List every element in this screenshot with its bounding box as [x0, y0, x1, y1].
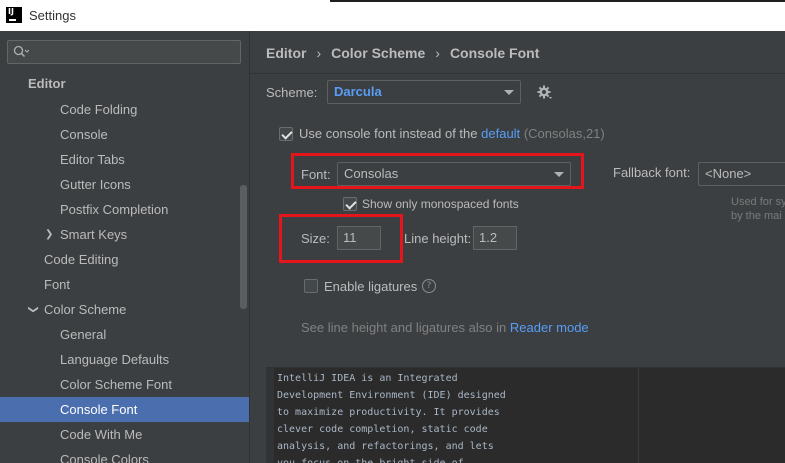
breadcrumb: Editor › Color Scheme › Console Font	[266, 45, 539, 61]
breadcrumb-color-scheme[interactable]: Color Scheme	[331, 45, 425, 61]
preview-line: clever code completion, static code	[277, 424, 488, 435]
preview-line: Development Environment (IDE) designed	[277, 390, 506, 401]
font-dropdown[interactable]: Consolas	[337, 162, 571, 186]
preview-line: to maximize productivity. It provides	[277, 407, 500, 418]
reader-mode-note-text: See line height and ligatures also in	[301, 320, 507, 335]
search-input[interactable]	[7, 40, 241, 64]
use-console-font-label: Use console font instead of the	[299, 126, 478, 141]
sidebar-item-label: Color Scheme	[44, 302, 127, 317]
breadcrumb-separator: ›	[435, 45, 440, 61]
window-title: Settings	[29, 8, 76, 23]
sidebar-item-label: Font	[44, 277, 71, 292]
sidebar-item-label: Console Colors	[60, 452, 149, 463]
monospaced-only-checkbox[interactable]	[343, 197, 357, 211]
sidebar-item-general[interactable]: General	[0, 322, 240, 347]
sidebar-item-label: Language Defaults	[60, 352, 170, 367]
line-height-label: Line height:	[404, 231, 472, 246]
settings-content: Editor › Color Scheme › Console Font Scheme:…	[250, 31, 785, 463]
fallback-font-value: <None>	[705, 166, 752, 181]
sidebar-item-postfix-completion[interactable]: Postfix Completion	[0, 197, 240, 222]
sidebar-item-language-defaults[interactable]: Language Defaults	[0, 347, 240, 372]
sidebar-item-font[interactable]: Font	[0, 272, 240, 297]
use-console-font-row: Use console font instead of the default …	[299, 126, 605, 141]
scheme-value: Darcula	[334, 84, 382, 99]
sidebar-item-label: Code Folding	[60, 102, 138, 117]
sidebar-item-label: Editor	[28, 76, 66, 91]
fallback-hint-line2: by the mai	[731, 210, 782, 222]
reader-mode-link[interactable]: Reader mode	[510, 320, 589, 335]
preview-line: IntelliJ IDEA is an Integrated	[277, 373, 458, 384]
sidebar-item-code-with-me[interactable]: Code With Me	[0, 422, 240, 447]
intellij-app-icon: IJ	[6, 7, 22, 23]
sidebar-item-console[interactable]: Console	[0, 122, 240, 147]
monospaced-only-label: Show only monospaced fonts	[362, 197, 519, 211]
sidebar-item-label: Console	[60, 127, 108, 142]
header-divider	[250, 73, 785, 74]
sidebar-item-label: Postfix Completion	[60, 202, 169, 217]
chevron-right-icon[interactable]: ❯	[45, 222, 53, 247]
sidebar-item-label: Color Scheme Font	[60, 377, 172, 392]
default-font-link[interactable]: default	[481, 126, 520, 141]
sidebar-item-editor[interactable]: Editor	[0, 71, 240, 96]
sidebar-item-color-scheme-font[interactable]: Color Scheme Font	[0, 372, 240, 397]
help-icon[interactable]: ?	[422, 279, 436, 293]
app-icon-text: IJ	[8, 7, 14, 16]
sidebar-item-label: Editor Tabs	[60, 152, 125, 167]
sidebar-item-console-font[interactable]: Console Font	[0, 397, 249, 422]
font-value: Consolas	[344, 166, 399, 181]
title-bar: IJ Settings	[0, 0, 785, 31]
sidebar-item-label: Gutter Icons	[60, 177, 131, 192]
default-font-hint: (Consolas,21)	[523, 126, 605, 141]
search-icon	[13, 45, 29, 58]
sidebar-item-gutter-icons[interactable]: Gutter Icons	[0, 172, 240, 197]
enable-ligatures-checkbox[interactable]	[304, 279, 318, 293]
scheme-label: Scheme:	[266, 85, 318, 100]
fallback-hint-line1: Used for sy	[731, 196, 785, 208]
chevron-down-icon	[554, 172, 564, 177]
sidebar-item-editor-tabs[interactable]: Editor Tabs	[0, 147, 240, 172]
font-label: Font:	[301, 167, 331, 182]
reader-mode-note: See line height and ligatures also in Re…	[301, 320, 589, 335]
enable-ligatures-label: Enable ligatures	[324, 279, 418, 294]
settings-sidebar: Editor Code Folding Console Editor Tabs …	[0, 31, 249, 463]
breadcrumb-separator: ›	[316, 45, 322, 61]
breadcrumb-console-font: Console Font	[449, 45, 540, 61]
fallback-font-label: Fallback font:	[613, 165, 691, 180]
sidebar-scrollbar[interactable]	[240, 185, 247, 309]
size-label: Size:	[301, 231, 330, 246]
sidebar-item-color-scheme[interactable]: ❯ Color Scheme	[0, 297, 240, 322]
sidebar-item-label: Console Font	[60, 402, 138, 417]
preview-gutter	[266, 368, 274, 463]
chevron-down-icon[interactable]: ❯	[21, 305, 46, 313]
title-bar-edge	[330, 0, 785, 2]
fallback-font-dropdown[interactable]: <None>	[698, 162, 785, 186]
sidebar-item-smart-keys[interactable]: ❯ Smart Keys	[0, 222, 240, 247]
use-console-font-checkbox[interactable]	[279, 127, 293, 141]
line-height-input[interactable]: 1.2	[473, 226, 517, 250]
gear-icon[interactable]	[536, 84, 554, 102]
sidebar-item-label: Code With Me	[60, 427, 143, 442]
preview-line: analysis, and refactorings, and lets	[277, 441, 494, 452]
chevron-down-icon	[504, 90, 514, 95]
sidebar-item-label: General	[60, 327, 107, 342]
sidebar-item-code-editing[interactable]: Code Editing	[0, 247, 240, 272]
sidebar-item-console-colors[interactable]: Console Colors	[0, 447, 240, 463]
font-preview-editor[interactable]: IntelliJ IDEA is an Integrated Developme…	[266, 367, 785, 463]
sidebar-item-code-folding[interactable]: Code Folding	[0, 97, 240, 122]
scheme-dropdown[interactable]: Darcula	[327, 80, 521, 104]
preview-line: you focus on the bright side of	[277, 455, 464, 463]
size-input[interactable]: 11	[337, 226, 381, 250]
sidebar-item-label: Code Editing	[44, 252, 119, 267]
preview-right-margin	[638, 368, 639, 463]
sidebar-item-label: Smart Keys	[60, 227, 128, 242]
breadcrumb-editor[interactable]: Editor	[266, 45, 306, 61]
